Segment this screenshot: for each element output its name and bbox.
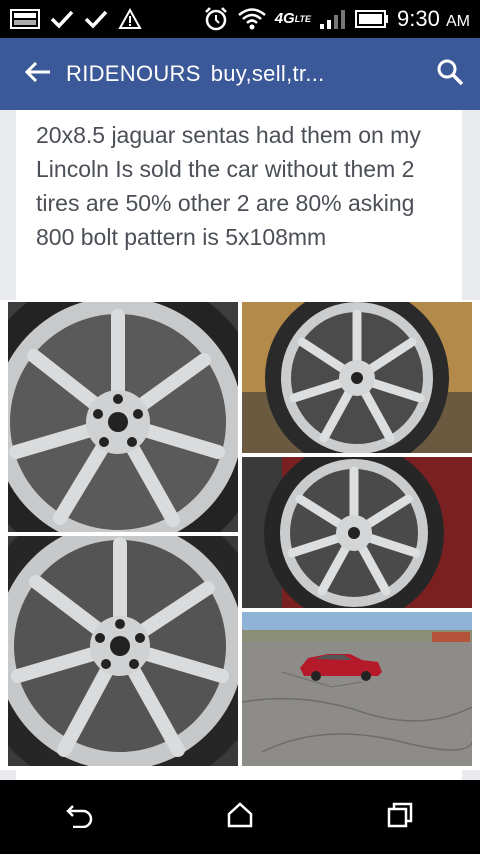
gallery-notification-icon — [10, 8, 40, 30]
search-button[interactable] — [420, 38, 480, 110]
post-text: 20x8.5 jaguar sentas had them on my Linc… — [36, 122, 421, 250]
network-type-indicator: 4G LTE — [274, 10, 312, 27]
battery-icon — [355, 9, 389, 29]
wheel-photo-2[interactable] — [242, 302, 472, 453]
nav-recents-button[interactable] — [370, 787, 430, 847]
arrow-left-icon — [24, 60, 52, 89]
group-subtitle: buy,sell,tr... — [210, 61, 325, 86]
network-sub-label: LTE — [294, 14, 312, 24]
status-indicators: 4G LTE 9:30 AM — [203, 6, 480, 32]
wheel-photo-4[interactable] — [8, 536, 238, 766]
wheel-photo-1[interactable] — [8, 302, 238, 532]
clock-time: 9:30 — [397, 6, 440, 31]
status-notifications — [0, 8, 142, 30]
app-bar: RIDENOURS buy,sell,tr... — [0, 38, 480, 110]
wheel-photo-3[interactable] — [242, 457, 472, 608]
clock-ampm: AM — [446, 13, 470, 30]
check-icon — [84, 9, 108, 29]
group-name: RIDENOURS — [66, 61, 201, 86]
alarm-icon — [203, 6, 229, 32]
photo-grid — [0, 300, 480, 770]
next-card-edge — [16, 768, 462, 780]
page-title: RIDENOURS buy,sell,tr... — [66, 61, 420, 87]
wifi-icon — [237, 6, 267, 32]
nav-back-button[interactable] — [50, 787, 110, 847]
home-icon — [226, 801, 254, 834]
nav-home-button[interactable] — [210, 787, 270, 847]
system-nav-bar — [0, 780, 480, 854]
search-icon — [436, 58, 464, 91]
clock: 9:30 AM — [397, 6, 470, 32]
post-card: 20x8.5 jaguar sentas had them on my Linc… — [16, 110, 462, 300]
status-bar: 4G LTE 9:30 AM — [0, 0, 480, 38]
car-photo[interactable] — [242, 612, 472, 766]
check-icon — [50, 9, 74, 29]
recents-icon — [386, 801, 414, 834]
warning-icon — [118, 8, 142, 30]
back-button[interactable] — [10, 38, 66, 110]
nav-back-icon — [65, 802, 95, 833]
signal-icon — [319, 8, 347, 30]
network-label: 4G — [274, 10, 295, 27]
